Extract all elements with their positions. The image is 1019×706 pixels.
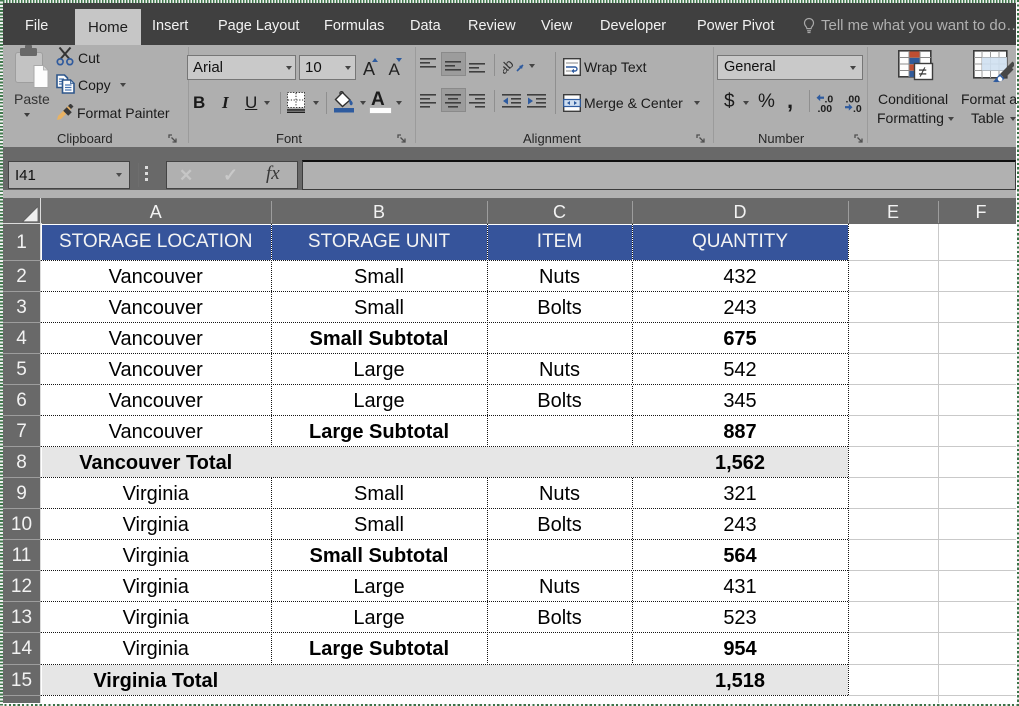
svg-text:ab: ab	[503, 56, 517, 75]
svg-text:.0: .0	[853, 103, 862, 113]
svg-text:.00: .00	[818, 103, 833, 113]
svg-text:≠: ≠	[919, 64, 927, 81]
